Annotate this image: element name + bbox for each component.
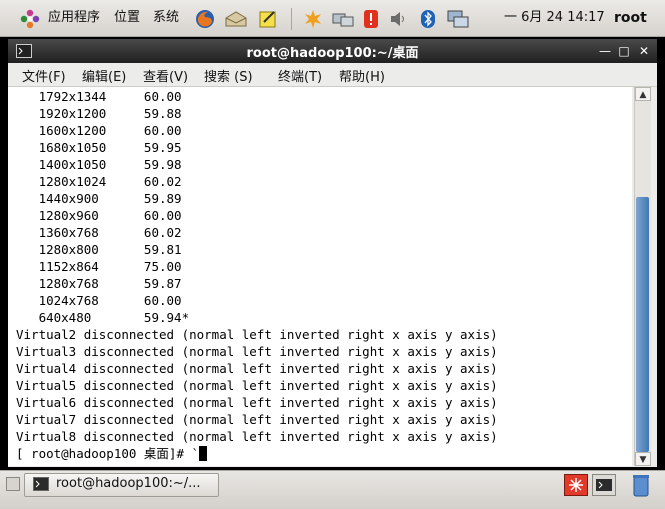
mail-icon[interactable] [224,10,248,28]
system-menu[interactable]: 系统 [153,0,179,36]
applications-menu[interactable]: 应用程序 [48,0,100,36]
menu-view[interactable]: 查看(V) [143,66,188,85]
taskbar-terminal-label: root@hadoop100:~/... [56,476,201,491]
taskbar-terminal-button[interactable]: root@hadoop100:~/... [24,473,219,497]
terminal-text: 1792x1344 60.00 1920x1200 59.88 1600x120… [16,88,498,462]
terminal-window: root@hadoop100:~/桌面 — □ ✕ 文件(F) 编辑(E) 查看… [8,39,657,467]
top-panel: 应用程序 位置 系统 一 6月 24 14:17 root [0,0,665,37]
output-line: 1360x768 60.02 [16,225,182,240]
output-line: Virtual5 disconnected (normal left inver… [16,378,498,393]
workspace-2-icon[interactable] [592,474,616,496]
places-menu[interactable]: 位置 [114,0,140,36]
output-line: 1280x768 59.87 [16,276,182,291]
terminal-icon [33,477,49,491]
updates-icon[interactable] [303,9,323,29]
workspace-1-icon[interactable] [564,474,588,496]
terminal-output[interactable]: 1792x1344 60.00 1920x1200 59.88 1600x120… [8,87,632,466]
menu-file[interactable]: 文件(F) [22,66,66,85]
trash-icon[interactable] [632,473,650,497]
output-line: 1280x960 60.00 [16,208,182,223]
firefox-icon[interactable] [195,9,215,29]
maximize-button[interactable]: □ [616,43,632,59]
vertical-scrollbar[interactable]: ▲ ▼ [634,87,651,466]
output-line: 1400x1050 59.98 [16,157,182,172]
output-line: 1920x1200 59.88 [16,106,182,121]
output-line: 1280x1024 60.02 [16,174,182,189]
window-titlebar[interactable]: root@hadoop100:~/桌面 — □ ✕ [8,39,657,63]
window-title: root@hadoop100:~/桌面 [246,46,419,61]
output-line: 1792x1344 60.00 [16,89,182,104]
bottom-panel: root@hadoop100:~/... [0,470,665,509]
scroll-up-button[interactable]: ▲ [635,87,651,101]
menu-help[interactable]: 帮助(H) [339,66,385,85]
show-desktop-icon[interactable] [6,477,20,491]
scroll-down-button[interactable]: ▼ [635,452,651,466]
menu-search[interactable]: 搜索 (S) [204,66,253,85]
text-cursor [199,446,208,461]
scrollbar-thumb[interactable] [636,197,649,452]
notes-icon[interactable] [258,9,278,29]
panel-separator [291,8,292,30]
output-line: 1280x800 59.81 [16,242,182,257]
display-network-icon[interactable] [446,9,470,29]
bluetooth-icon[interactable] [420,9,436,29]
output-line: 1680x1050 59.95 [16,140,182,155]
output-line: Virtual7 disconnected (normal left inver… [16,412,498,427]
menubar: 文件(F) 编辑(E) 查看(V) 搜索 (S) 终端(T) 帮助(H) [8,63,657,87]
output-line: 1024x768 60.00 [16,293,182,308]
output-line: Virtual6 disconnected (normal left inver… [16,395,498,410]
output-line: 1440x900 59.89 [16,191,182,206]
close-button[interactable]: ✕ [636,43,652,59]
output-line: 1152x864 75.00 [16,259,182,274]
applications-menu-icon[interactable] [20,9,40,29]
menu-terminal[interactable]: 终端(T) [278,66,322,85]
menu-edit[interactable]: 编辑(E) [82,66,126,85]
output-line: Virtual8 disconnected (normal left inver… [16,429,498,444]
output-line: Virtual4 disconnected (normal left inver… [16,361,498,376]
alert-icon[interactable] [361,8,381,30]
network-icon[interactable] [332,11,354,27]
minimize-button[interactable]: — [597,43,613,59]
output-line: 640x480 59.94* [16,310,190,325]
clock[interactable]: 一 6月 24 14:17 [504,0,605,36]
volume-icon[interactable] [389,10,409,28]
user-menu[interactable]: root [614,0,647,36]
shell-prompt: [ root@hadoop100 桌面]# ` [16,446,200,461]
output-line: Virtual3 disconnected (normal left inver… [16,344,498,359]
output-line: 1600x1200 60.00 [16,123,182,138]
output-line: Virtual2 disconnected (normal left inver… [16,327,498,342]
